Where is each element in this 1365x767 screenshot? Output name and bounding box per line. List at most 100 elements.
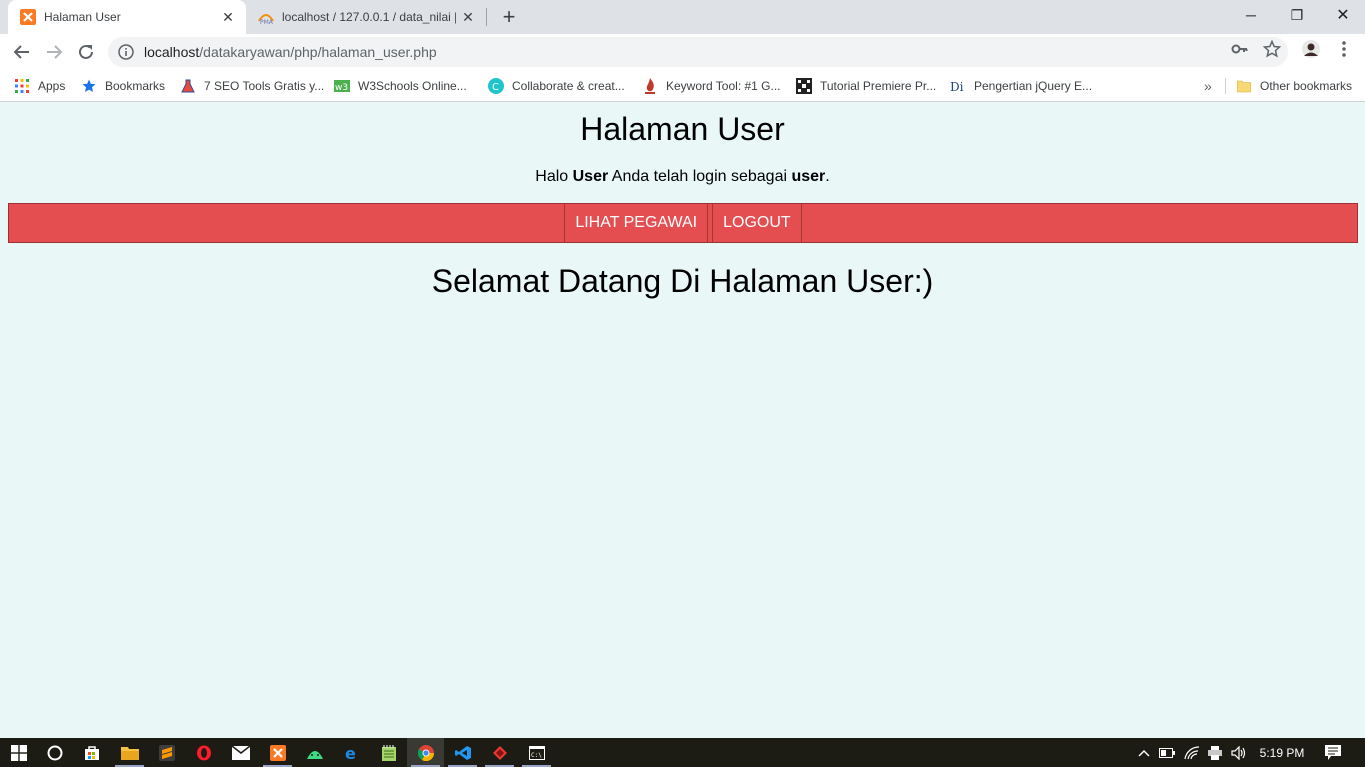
apps-grid-icon: [14, 78, 30, 94]
other-bookmarks-folder[interactable]: Other bookmarks: [1236, 76, 1352, 96]
bookmark-w3schools[interactable]: w3 W3Schools Online...: [334, 76, 467, 96]
bookmark-label: Other bookmarks: [1260, 79, 1353, 93]
chrome-icon[interactable]: [407, 738, 444, 767]
bookmarks-separator: [1225, 78, 1226, 94]
bookmark-label: W3Schools Online...: [358, 79, 467, 93]
chevron-up-icon[interactable]: [1136, 738, 1152, 767]
flask-icon: [180, 78, 196, 94]
action-center-icon[interactable]: [1320, 738, 1346, 767]
film-icon: [796, 78, 812, 94]
xampp-icon[interactable]: [259, 738, 296, 767]
page-content: Halaman User Halo User Anda telah login …: [0, 103, 1365, 738]
svg-text:e: e: [345, 745, 356, 761]
address-bar[interactable]: localhost/datakaryawan/php/halaman_user.…: [108, 37, 1288, 67]
forward-arrow-icon: [47, 45, 63, 59]
tab-title: Halaman User: [44, 10, 121, 24]
svg-text:w3: w3: [335, 83, 348, 93]
volume-icon[interactable]: [1229, 738, 1249, 767]
w3schools-icon: w3: [334, 78, 350, 94]
user-role: user: [791, 168, 826, 185]
greeting-middle: Anda telah login sebagai: [608, 168, 792, 185]
cortana-icon[interactable]: [36, 738, 73, 767]
user-name: User: [572, 168, 609, 185]
close-window-button[interactable]: ✕: [1320, 0, 1365, 30]
opera-icon[interactable]: [185, 738, 222, 767]
menu-kebab-icon[interactable]: [1333, 38, 1355, 60]
page-title: Halaman User: [580, 111, 785, 147]
wifi-icon[interactable]: [1183, 738, 1201, 767]
nav-bar: LIHAT PEGAWAI LOGOUT: [8, 203, 1358, 243]
logout-link[interactable]: LOGOUT: [712, 204, 802, 242]
cmd-icon[interactable]: C:\: [518, 738, 555, 767]
bookmark-canva[interactable]: C Collaborate & creat...: [488, 76, 625, 96]
bookmark-label: 7 SEO Tools Gratis y...: [204, 79, 325, 93]
new-tab-button[interactable]: +: [497, 5, 521, 29]
app-red-icon[interactable]: [481, 738, 518, 767]
tab-halaman-user[interactable]: Halaman User ✕: [8, 0, 246, 34]
svg-text:C:\: C:\: [531, 752, 542, 759]
back-button[interactable]: [8, 38, 36, 66]
url-path: /datakaryawan/php/halaman_user.php: [199, 44, 437, 60]
vscode-icon[interactable]: [444, 738, 481, 767]
back-arrow-icon: [13, 45, 29, 59]
edge-icon[interactable]: e: [333, 738, 370, 767]
reload-button[interactable]: [72, 38, 100, 66]
notepad-icon[interactable]: [370, 738, 407, 767]
windows-taskbar: e C:\ 5:19 PM: [0, 738, 1365, 767]
site-info-icon[interactable]: [108, 44, 144, 60]
restore-button[interactable]: ❐: [1274, 0, 1320, 30]
phpmyadmin-icon: PMA: [258, 9, 274, 25]
bookmark-label: Pengertian jQuery E...: [974, 79, 1093, 93]
tab-phpmyadmin[interactable]: PMA localhost / 127.0.0.1 / data_nilai |…: [248, 0, 486, 34]
bookmark-jquery[interactable]: Di Pengertian jQuery E...: [950, 76, 1092, 96]
bookmarks-bar: Apps Bookmarks 7 SEO Tools Gratis y... w…: [0, 70, 1365, 102]
key-icon[interactable]: [1229, 38, 1251, 60]
store-icon[interactable]: [73, 738, 110, 767]
tab-title: localhost / 127.0.0.1 / data_nilai |: [282, 10, 456, 24]
greeting-suffix: .: [825, 168, 830, 185]
reload-icon: [79, 44, 93, 59]
bookmark-seo-tools[interactable]: 7 SEO Tools Gratis y...: [180, 76, 324, 96]
svg-text:PMA: PMA: [260, 19, 274, 25]
flame-icon: [642, 78, 658, 94]
bookmark-label: Bookmarks: [105, 79, 166, 93]
di-icon: Di: [950, 78, 966, 94]
url-text: localhost/datakaryawan/php/halaman_user.…: [144, 44, 437, 60]
tab-strip: Halaman User ✕ PMA localhost / 127.0.0.1…: [0, 0, 1365, 34]
sublime-icon[interactable]: [148, 738, 185, 767]
file-explorer-icon[interactable]: [111, 738, 148, 767]
mail-icon[interactable]: [222, 738, 259, 767]
close-tab-icon[interactable]: ✕: [216, 5, 240, 29]
bookmark-bookmarks[interactable]: Bookmarks: [81, 76, 165, 96]
lihat-pegawai-link[interactable]: LIHAT PEGAWAI: [564, 204, 709, 242]
svg-text:C: C: [492, 82, 499, 93]
welcome-heading: Selamat Datang Di Halaman User:): [431, 263, 934, 299]
bookmark-label: Apps: [38, 79, 66, 93]
battery-icon[interactable]: [1158, 738, 1176, 767]
forward-button[interactable]: [40, 38, 68, 66]
close-tab-icon[interactable]: ✕: [456, 5, 480, 29]
start-icon[interactable]: [0, 738, 37, 767]
bookmark-apps[interactable]: Apps: [14, 76, 65, 96]
bookmark-keyword-tool[interactable]: Keyword Tool: #1 G...: [642, 76, 781, 96]
xampp-icon: [20, 9, 36, 25]
bookmark-label: Tutorial Premiere Pr...: [820, 79, 937, 93]
minimize-button[interactable]: ─: [1228, 0, 1274, 30]
browser-toolbar: localhost/datakaryawan/php/halaman_user.…: [0, 34, 1365, 70]
bookmark-premiere[interactable]: Tutorial Premiere Pr...: [796, 76, 936, 96]
printer-icon[interactable]: [1206, 738, 1224, 767]
android-studio-icon[interactable]: [296, 738, 333, 767]
bookmark-label: Keyword Tool: #1 G...: [666, 79, 781, 93]
greeting-text: Halo User Anda telah login sebagai user.: [0, 168, 1365, 186]
bookmark-star-icon[interactable]: [1261, 38, 1283, 60]
bookmark-label: Collaborate & creat...: [512, 79, 625, 93]
canva-icon: C: [488, 78, 504, 94]
folder-icon: [1236, 78, 1252, 94]
more-bookmarks-button[interactable]: »: [1204, 76, 1212, 96]
svg-text:Di: Di: [950, 80, 964, 93]
clock-time[interactable]: 5:19 PM: [1256, 738, 1308, 767]
url-host: localhost: [144, 44, 200, 60]
greeting-prefix: Halo: [535, 168, 573, 185]
profile-avatar[interactable]: [1300, 38, 1322, 60]
star-icon: [81, 78, 97, 94]
